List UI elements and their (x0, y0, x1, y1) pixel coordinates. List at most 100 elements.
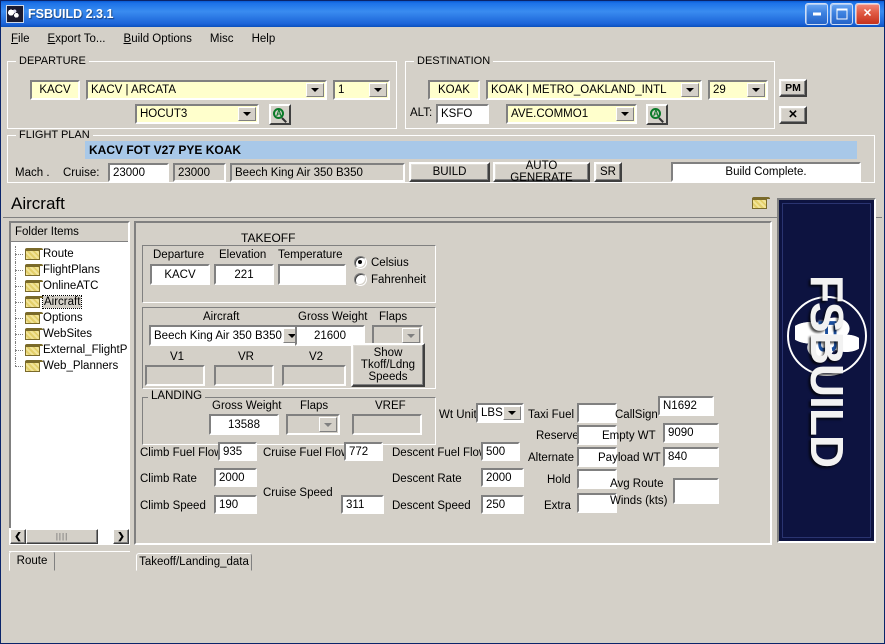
scroll-left-arrow[interactable]: ❮ (10, 529, 26, 544)
scrollbar-track[interactable]: |||| (26, 529, 113, 544)
wt-unit-select[interactable]: LBS (476, 403, 524, 423)
flight-plan-route-input[interactable]: KACV FOT V27 PYE KOAK (85, 141, 857, 159)
destination-runway-select[interactable]: 29 (708, 80, 768, 100)
departure-icao-input[interactable]: KACV (30, 80, 80, 100)
magnifier-icon: A (273, 107, 287, 123)
menu-export-to[interactable]: Export To... (39, 31, 115, 47)
scroll-right-arrow[interactable]: ❯ (113, 529, 129, 544)
auto-generate-button[interactable]: AUTO GENERATE (493, 160, 590, 184)
radio-celsius[interactable]: Celsius (354, 256, 409, 269)
close-button[interactable]: ✕ (855, 3, 880, 25)
tree-item-web-planners[interactable]: Web_Planners (11, 358, 128, 374)
departure-procedure-select[interactable]: HOCUT3 (135, 104, 259, 124)
destination-icao-input[interactable]: KOAK (428, 80, 480, 100)
takeoff-temperature-label: Temperature (278, 249, 343, 261)
chevron-down-icon[interactable] (503, 406, 521, 420)
tree-item-onlineatc[interactable]: OnlineATC (11, 278, 128, 294)
takeoff-temperature-input[interactable] (278, 264, 346, 285)
mach-label: Mach . (15, 167, 50, 179)
landing-gross-weight-input[interactable]: 13588 (209, 414, 279, 435)
folder-icon (25, 328, 43, 340)
cruise-altitude-input[interactable]: 23000 (108, 163, 169, 182)
avg-route-winds-label-1: Avg Route (610, 478, 664, 490)
folder-icon[interactable] (752, 197, 770, 209)
reserve-label: Reserve (536, 430, 579, 442)
takeoff-elevation-label: Elevation (219, 249, 267, 261)
alternate-icao-input[interactable]: KSFO (436, 104, 489, 124)
menu-help[interactable]: Help (243, 31, 285, 47)
destination-search-button[interactable]: A (646, 104, 668, 125)
destination-airport-select[interactable]: KOAK | METRO_OAKLAND_INTL (486, 80, 702, 100)
show-speeds-line-3: Speeds (368, 371, 408, 383)
pm-button[interactable]: PM (779, 79, 807, 97)
destination-clear-button[interactable]: ✕ (779, 106, 807, 124)
aircraft-label: Aircraft (203, 311, 240, 323)
app-icon (6, 5, 24, 23)
chevron-down-icon[interactable] (402, 328, 420, 343)
takeoff-elevation-input[interactable]: 221 (214, 264, 274, 285)
climb-rate-input[interactable]: 2000 (214, 468, 257, 487)
radio-fahrenheit[interactable]: Fahrenheit (354, 273, 426, 286)
climb-speed-input[interactable]: 190 (214, 495, 257, 514)
cruise-fuel-flow-input[interactable]: 772 (344, 442, 383, 461)
radio-dot-icon (354, 256, 367, 269)
departure-search-button[interactable]: A (269, 104, 291, 125)
menu-bar: File Export To... Build Options Misc Hel… (2, 28, 883, 50)
alternate-fuel-label: Alternate (528, 452, 575, 464)
avg-route-winds-input[interactable] (673, 478, 719, 504)
minimize-button[interactable] (805, 3, 828, 25)
chevron-down-icon[interactable] (616, 107, 634, 121)
landing-flaps-select[interactable] (286, 414, 340, 435)
departure-airport-select[interactable]: KACV | ARCATA (86, 80, 327, 100)
chevron-down-icon[interactable] (238, 107, 256, 121)
taxi-fuel-input[interactable] (577, 403, 617, 423)
show-speeds-line-2: Tkoff/Ldng (360, 359, 416, 371)
vref-input[interactable] (352, 414, 422, 435)
tree-horizontal-scrollbar[interactable]: ❮ |||| ❯ (9, 528, 130, 545)
tree-item-external-flightplans[interactable]: External_FlightP (11, 342, 128, 358)
descent-rate-input[interactable]: 2000 (481, 468, 524, 487)
v2-label: V2 (309, 351, 324, 363)
show-takeoff-landing-speeds-button[interactable]: Show Tkoff/Ldng Speeds (351, 343, 425, 387)
wt-unit-value: LBS (481, 407, 503, 419)
chevron-down-icon[interactable] (306, 83, 324, 97)
tree-item-aircraft[interactable]: Aircraft (11, 294, 128, 310)
tree-item-route[interactable]: Route (11, 246, 128, 262)
maximize-button[interactable] (830, 3, 853, 25)
tree-item-label: Web_Planners (43, 360, 119, 372)
folder-icon (25, 312, 43, 324)
scrollbar-thumb[interactable]: |||| (26, 529, 98, 544)
cruise-speed-input[interactable]: 311 (341, 495, 384, 514)
descent-fuel-flow-input[interactable]: 500 (481, 442, 520, 461)
tab-route[interactable]: Route (9, 551, 55, 571)
descent-speed-input[interactable]: 250 (481, 495, 524, 514)
tree-item-flightplans[interactable]: FlightPlans (11, 262, 128, 278)
sr-button[interactable]: SR (594, 162, 622, 182)
folder-open-icon (25, 296, 43, 308)
menu-misc[interactable]: Misc (201, 31, 243, 47)
payload-wt-input[interactable]: 840 (663, 447, 719, 467)
chevron-down-icon[interactable] (747, 83, 765, 97)
empty-wt-input[interactable]: 9090 (663, 423, 719, 443)
climb-fuel-flow-input[interactable]: 935 (218, 442, 257, 461)
menu-build-options[interactable]: Build Options (115, 31, 201, 47)
chevron-down-icon[interactable] (681, 83, 699, 97)
v1-input[interactable] (145, 365, 205, 386)
destination-procedure-select[interactable]: AVE.COMMO1 (506, 104, 637, 124)
extra-label: Extra (544, 500, 571, 512)
departure-runway-select[interactable]: 1 (333, 80, 390, 100)
fsbuild-window: FSBUILD 2.3.1 ✕ File Export To... Build … (0, 0, 885, 644)
chevron-down-icon[interactable] (369, 83, 387, 97)
menu-file[interactable]: File (2, 31, 39, 47)
tree-item-options[interactable]: Options (11, 310, 128, 326)
vr-input[interactable] (214, 365, 274, 386)
callsign-input[interactable]: N1692 (658, 396, 714, 416)
chevron-down-icon[interactable] (319, 417, 337, 432)
v2-input[interactable] (282, 365, 346, 386)
tree-item-websites[interactable]: WebSites (11, 326, 128, 342)
aircraft-select[interactable]: Beech King Air 350 B350 (149, 325, 304, 346)
departure-group: DEPARTURE KACV KACV | ARCATA 1 HOCUT3 A (7, 55, 397, 129)
build-button[interactable]: BUILD (409, 162, 490, 182)
tab-takeoff-landing-data[interactable]: Takeoff/Landing_data (136, 553, 252, 571)
takeoff-departure-input[interactable]: KACV (150, 264, 210, 285)
